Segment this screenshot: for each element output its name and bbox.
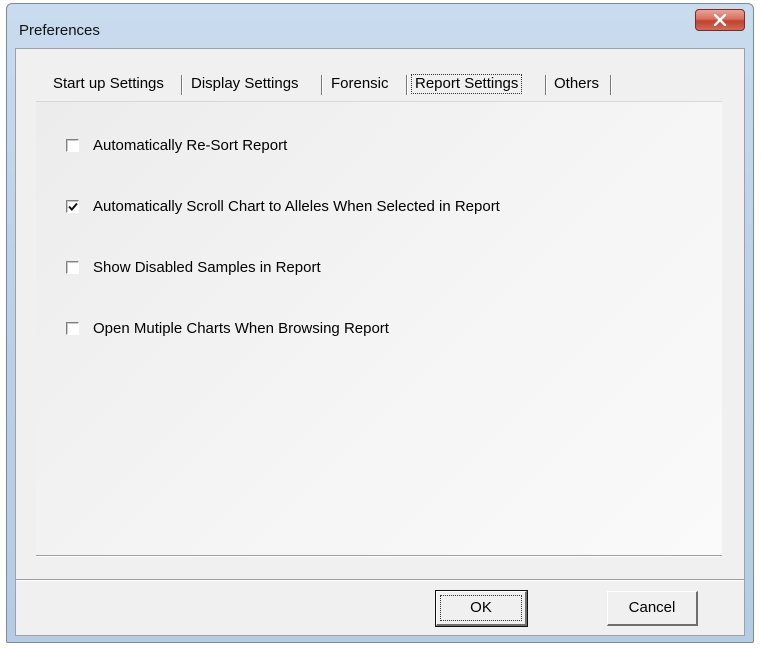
close-button[interactable] bbox=[695, 9, 745, 31]
tab-separator bbox=[181, 75, 182, 95]
auto-resort-report-checkbox[interactable] bbox=[66, 139, 79, 152]
title-bar[interactable]: Preferences bbox=[7, 4, 753, 48]
show-disabled-samples-checkbox[interactable] bbox=[66, 261, 79, 274]
option-label: Automatically Re-Sort Report bbox=[93, 137, 288, 154]
cancel-button-label: Cancel bbox=[628, 599, 676, 616]
auto-scroll-chart-checkbox[interactable] bbox=[66, 200, 79, 213]
cancel-button[interactable]: Cancel bbox=[607, 591, 698, 626]
ok-button[interactable]: OK bbox=[435, 590, 528, 627]
tab-display-settings[interactable]: Display Settings bbox=[186, 73, 304, 95]
tab-separator bbox=[610, 75, 611, 95]
window-title: Preferences bbox=[19, 22, 100, 39]
close-icon bbox=[713, 14, 727, 26]
option-label: Show Disabled Samples in Report bbox=[93, 259, 321, 276]
open-multiple-charts-checkbox[interactable] bbox=[66, 322, 79, 335]
tab-separator bbox=[545, 75, 546, 95]
option-label: Automatically Scroll Chart to Alleles Wh… bbox=[93, 198, 500, 215]
tab-separator bbox=[406, 75, 407, 95]
tab-separator bbox=[321, 75, 322, 95]
tab-forensic[interactable]: Forensic bbox=[326, 73, 394, 95]
tab-start-up-settings[interactable]: Start up Settings bbox=[48, 73, 169, 95]
preferences-window: Preferences Start up Settings Display Se… bbox=[6, 3, 754, 643]
tab-others[interactable]: Others bbox=[549, 73, 604, 95]
checkmark-icon bbox=[68, 202, 78, 211]
dialog-client-area: Start up Settings Display Settings Foren… bbox=[15, 48, 745, 636]
focus-rect bbox=[440, 595, 522, 621]
tab-strip: Start up Settings Display Settings Foren… bbox=[16, 73, 744, 97]
tab-report-settings[interactable]: Report Settings bbox=[410, 73, 523, 95]
footer-divider bbox=[16, 579, 744, 581]
option-label: Open Mutiple Charts When Browsing Report bbox=[93, 320, 389, 337]
panel-divider bbox=[36, 555, 722, 557]
